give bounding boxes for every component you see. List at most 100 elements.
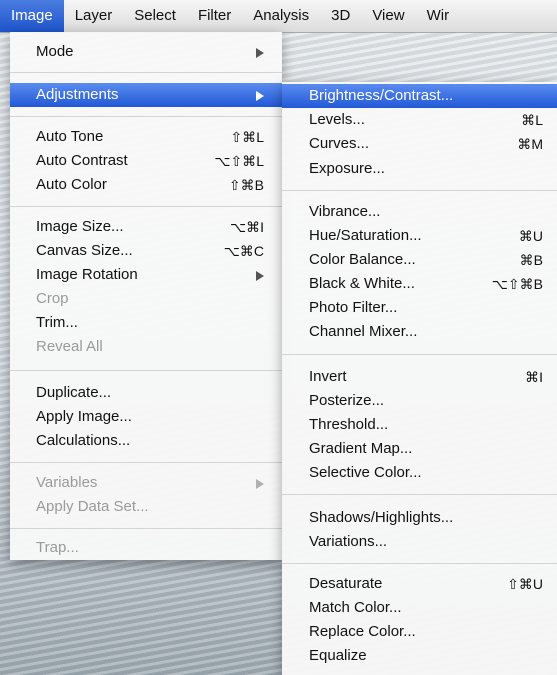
menu-item-crop: Crop — [10, 287, 282, 311]
shortcut-label: ⌘L — [521, 112, 543, 128]
menu-item-label: Duplicate... — [36, 384, 112, 401]
submenu-arrow-icon — [256, 271, 264, 281]
menu-item-label: Variables — [36, 474, 98, 491]
menu-item-reveal-all: Reveal All — [10, 335, 282, 359]
menu-item-channel-mixer[interactable]: Channel Mixer... — [282, 320, 557, 344]
menu-item-label: Invert — [309, 368, 347, 385]
menu-item-exposure[interactable]: Exposure... — [282, 157, 557, 181]
menu-item-trap: Trap... — [10, 536, 282, 560]
menu-item-label: Desaturate — [309, 575, 383, 592]
menu-analysis[interactable]: Analysis — [242, 0, 320, 32]
menu-item-mode[interactable]: Mode — [10, 40, 282, 64]
menu-item-label: Threshold... — [309, 416, 389, 433]
menu-item-label: Canvas Size... — [36, 242, 133, 259]
menu-item-threshold[interactable]: Threshold... — [282, 413, 557, 437]
menu-window[interactable]: Wir — [416, 0, 461, 32]
menu-item-label: Crop — [36, 290, 69, 307]
menu-item-replace-color[interactable]: Replace Color... — [282, 620, 557, 644]
menu-view[interactable]: View — [361, 0, 415, 32]
menu-3d[interactable]: 3D — [320, 0, 361, 32]
shortcut-label: ⌥⌘C — [223, 243, 264, 259]
menu-item-invert[interactable]: Invert ⌘I — [282, 365, 557, 389]
menu-item-brightness-contrast[interactable]: Brightness/Contrast... — [282, 84, 557, 108]
menu-item-label: Exposure... — [309, 160, 385, 177]
shortcut-label: ⌘M — [517, 136, 543, 152]
menu-item-vibrance[interactable]: Vibrance... — [282, 200, 557, 224]
menu-filter[interactable]: Filter — [187, 0, 242, 32]
adjustments-submenu: Brightness/Contrast... Levels... ⌘L Curv… — [282, 82, 557, 675]
shortcut-label: ⌥⇧⌘B — [491, 276, 543, 292]
submenu-arrow-icon — [256, 91, 264, 101]
menu-layer[interactable]: Layer — [64, 0, 124, 32]
menu-item-auto-color[interactable]: Auto Color ⇧⌘B — [10, 173, 282, 197]
menu-image[interactable]: Image — [0, 0, 64, 32]
menu-item-trim[interactable]: Trim... — [10, 311, 282, 335]
menu-item-curves[interactable]: Curves... ⌘M — [282, 132, 557, 156]
menu-item-black-white[interactable]: Black & White... ⌥⇧⌘B — [282, 272, 557, 296]
menu-item-image-rotation[interactable]: Image Rotation — [10, 263, 282, 287]
menu-item-duplicate[interactable]: Duplicate... — [10, 381, 282, 405]
menu-item-calculations[interactable]: Calculations... — [10, 429, 282, 453]
menu-item-adjustments[interactable]: Adjustments — [10, 83, 282, 107]
menu-item-shadows-highlights[interactable]: Shadows/Highlights... — [282, 506, 557, 530]
menu-item-label: Reveal All — [36, 338, 103, 355]
menu-item-label: Photo Filter... — [309, 299, 398, 316]
menu-item-label: Curves... — [309, 135, 370, 152]
menu-item-label: Gradient Map... — [309, 440, 413, 457]
menu-item-selective-color[interactable]: Selective Color... — [282, 461, 557, 485]
separator — [10, 528, 282, 529]
menu-item-label: Replace Color... — [309, 623, 416, 640]
screenshot-root: Image Layer Select Filter Analysis 3D Vi… — [0, 0, 557, 675]
menu-item-auto-tone[interactable]: Auto Tone ⇧⌘L — [10, 125, 282, 149]
menu-select[interactable]: Select — [123, 0, 187, 32]
menu-item-apply-image[interactable]: Apply Image... — [10, 405, 282, 429]
separator — [282, 190, 557, 191]
menu-item-label: Variations... — [309, 533, 388, 550]
submenu-arrow-icon — [256, 479, 264, 489]
image-menu: Mode Adjustments Auto Tone ⇧⌘L Auto Cont… — [10, 32, 282, 560]
menu-item-canvas-size[interactable]: Canvas Size... ⌥⌘C — [10, 239, 282, 263]
menu-item-label: Trap... — [36, 539, 79, 556]
menu-item-photo-filter[interactable]: Photo Filter... — [282, 296, 557, 320]
submenu-arrow-icon — [256, 48, 264, 58]
menu-item-image-size[interactable]: Image Size... ⌥⌘I — [10, 215, 282, 239]
menu-item-label: Selective Color... — [309, 464, 422, 481]
menu-item-label: Match Color... — [309, 599, 402, 616]
menu-item-label: Image Rotation — [36, 266, 138, 283]
menu-item-label: Posterize... — [309, 392, 385, 409]
separator — [10, 206, 282, 207]
menu-item-label: Brightness/Contrast... — [309, 87, 454, 104]
menu-item-label: Image Size... — [36, 218, 124, 235]
menu-bar: Image Layer Select Filter Analysis 3D Vi… — [0, 0, 557, 33]
menu-item-equalize[interactable]: Equalize — [282, 644, 557, 668]
separator — [10, 116, 282, 117]
menu-item-posterize[interactable]: Posterize... — [282, 389, 557, 413]
menu-item-label: Apply Data Set... — [36, 498, 149, 515]
menu-item-label: Shadows/Highlights... — [309, 509, 454, 526]
menu-item-levels[interactable]: Levels... ⌘L — [282, 108, 557, 132]
menu-item-label: Auto Tone — [36, 128, 104, 145]
menu-item-variations[interactable]: Variations... — [282, 530, 557, 554]
menu-item-color-balance[interactable]: Color Balance... ⌘B — [282, 248, 557, 272]
menu-item-label: Apply Image... — [36, 408, 132, 425]
menu-item-desaturate[interactable]: Desaturate ⇧⌘U — [282, 572, 557, 596]
menu-item-apply-data-set: Apply Data Set... — [10, 495, 282, 519]
menu-item-label: Equalize — [309, 647, 367, 664]
menu-item-label: Color Balance... — [309, 251, 416, 268]
menu-item-label: Black & White... — [309, 275, 415, 292]
menu-item-match-color[interactable]: Match Color... — [282, 596, 557, 620]
menu-item-label: Trim... — [36, 314, 78, 331]
menu-item-label: Vibrance... — [309, 203, 381, 220]
menu-item-label: Channel Mixer... — [309, 323, 418, 340]
shortcut-label: ⌥⌘I — [229, 219, 264, 235]
menu-item-variables: Variables — [10, 471, 282, 495]
separator — [10, 72, 282, 73]
menu-item-gradient-map[interactable]: Gradient Map... — [282, 437, 557, 461]
menu-item-label: Hue/Saturation... — [309, 227, 422, 244]
menu-item-label: Calculations... — [36, 432, 131, 449]
menu-item-label: Auto Contrast — [36, 152, 128, 169]
shortcut-label: ⇧⌘L — [230, 129, 264, 145]
menu-item-auto-contrast[interactable]: Auto Contrast ⌥⇧⌘L — [10, 149, 282, 173]
menu-item-label: Mode — [36, 43, 74, 60]
menu-item-hue-saturation[interactable]: Hue/Saturation... ⌘U — [282, 224, 557, 248]
